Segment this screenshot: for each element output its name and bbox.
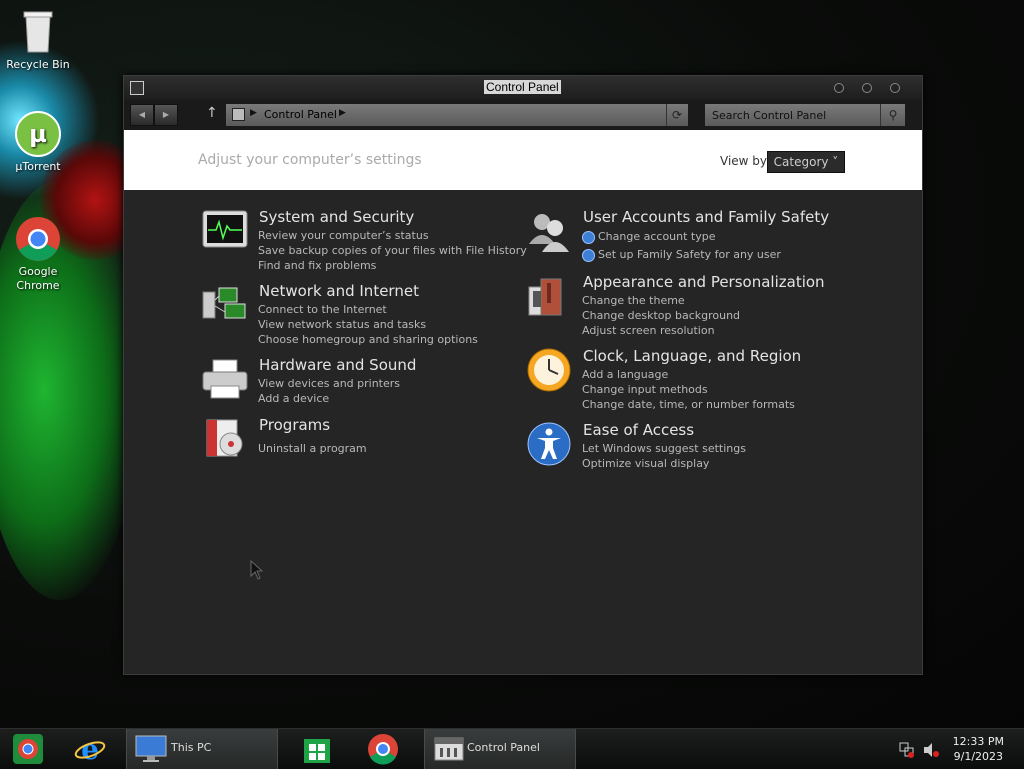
- search-box[interactable]: ⚲: [704, 103, 906, 127]
- desktop-icon-label: Recycle Bin: [6, 58, 70, 71]
- taskbar-item-label: Control Panel: [467, 741, 540, 754]
- navigation-toolbar: ◀ ▶ ↑ ▶ Control Panel ▶ ⟳ ⚲: [124, 100, 922, 130]
- ease-of-access-icon[interactable]: [525, 421, 573, 467]
- store-icon: [304, 739, 330, 763]
- category-title[interactable]: Ease of Access: [583, 421, 694, 439]
- taskbar-item-internet-explorer[interactable]: e: [62, 729, 118, 769]
- control-panel-icon: [434, 737, 464, 761]
- taskbar-item-this-pc[interactable]: This PC: [126, 729, 278, 769]
- category-title[interactable]: Hardware and Sound: [259, 356, 416, 374]
- category-title[interactable]: User Accounts and Family Safety: [583, 208, 829, 226]
- view-by-label: View by:: [720, 154, 771, 168]
- page-title: Adjust your computer’s settings: [198, 152, 422, 168]
- category-title[interactable]: Network and Internet: [259, 282, 419, 300]
- taskbar-item-label: This PC: [171, 741, 212, 754]
- category-link[interactable]: Add a language: [582, 367, 795, 382]
- chrome-icon: [368, 734, 398, 765]
- desktop-icon-utorrent[interactable]: µ µTorrent: [0, 110, 76, 174]
- category-title[interactable]: Clock, Language, and Region: [583, 347, 801, 365]
- search-icon[interactable]: ⚲: [880, 104, 905, 126]
- address-bar[interactable]: ▶ Control Panel ▶ ⟳: [225, 103, 689, 127]
- clock-date: 9/1/2023: [953, 750, 1004, 763]
- title-bar[interactable]: Control Panel: [124, 76, 922, 100]
- this-pc-icon: [135, 735, 167, 762]
- category-link[interactable]: Change the theme: [582, 293, 740, 308]
- users-icon[interactable]: [525, 208, 573, 254]
- desktop-icon-label: Google Chrome: [16, 265, 60, 292]
- header-band: Adjust your computer’s settings View by:…: [124, 130, 922, 190]
- printer-icon[interactable]: [201, 356, 249, 402]
- system-security-icon[interactable]: [201, 208, 249, 254]
- start-button[interactable]: [4, 729, 54, 769]
- forward-button[interactable]: ▶: [154, 104, 178, 126]
- category-title[interactable]: System and Security: [259, 208, 414, 226]
- category-link[interactable]: Save backup copies of your files with Fi…: [258, 243, 527, 258]
- network-icon[interactable]: [201, 282, 249, 328]
- control-panel-app-icon[interactable]: [130, 81, 144, 95]
- control-panel-small-icon: [232, 108, 245, 121]
- svg-text:e: e: [81, 733, 99, 765]
- clock-time: 12:33 PM: [952, 735, 1004, 748]
- desktop-icon-chrome[interactable]: Google Chrome: [0, 215, 76, 293]
- utorrent-icon: µ: [14, 110, 62, 158]
- clock-icon[interactable]: [525, 347, 573, 393]
- category-link[interactable]: Let Windows suggest settings: [582, 441, 746, 456]
- category-link[interactable]: Change account type: [582, 228, 781, 246]
- chrome-icon: [14, 215, 62, 263]
- desktop-icon-label: µTorrent: [15, 160, 61, 173]
- close-button[interactable]: [890, 83, 900, 93]
- recycle-bin-icon: [14, 8, 62, 56]
- taskbar-item-store[interactable]: [290, 729, 344, 769]
- maximize-button[interactable]: [862, 83, 872, 93]
- back-button[interactable]: ◀: [130, 104, 154, 126]
- view-by-dropdown[interactable]: Category ˅: [767, 151, 845, 173]
- taskbar-item-chrome[interactable]: [356, 729, 410, 769]
- search-input[interactable]: [705, 104, 877, 126]
- refresh-button[interactable]: ⟳: [666, 104, 687, 126]
- category-link[interactable]: Optimize visual display: [582, 456, 746, 471]
- category-title[interactable]: Programs: [259, 416, 330, 434]
- category-link[interactable]: View devices and printers: [258, 376, 400, 391]
- category-link[interactable]: Add a device: [258, 391, 400, 406]
- category-link[interactable]: Change input methods: [582, 382, 795, 397]
- category-link[interactable]: Change desktop background: [582, 308, 740, 323]
- chevron-right-icon[interactable]: ▶: [250, 108, 257, 118]
- network-tray-icon[interactable]: [896, 729, 918, 769]
- system-clock[interactable]: 12:33 PM 9/1/2023: [953, 734, 1004, 764]
- chevron-right-icon[interactable]: ▶: [339, 108, 346, 118]
- up-arrow-icon[interactable]: ↑: [206, 105, 218, 121]
- breadcrumb[interactable]: Control Panel: [264, 108, 337, 121]
- minimize-button[interactable]: [834, 83, 844, 93]
- category-link[interactable]: Change date, time, or number formats: [582, 397, 795, 412]
- start-icon: [13, 734, 43, 764]
- mouse-cursor-icon: [250, 559, 264, 584]
- svg-text:µ: µ: [29, 120, 47, 148]
- category-link[interactable]: Review your computer’s status: [258, 228, 527, 243]
- control-panel-window: Control Panel ◀ ▶ ↑ ▶ Control Panel ▶ ⟳ …: [123, 75, 923, 675]
- category-link[interactable]: Find and fix problems: [258, 258, 527, 273]
- category-link[interactable]: Connect to the Internet: [258, 302, 478, 317]
- category-link[interactable]: View network status and tasks: [258, 317, 478, 332]
- window-title: Control Panel: [484, 80, 561, 94]
- category-link[interactable]: Choose homegroup and sharing options: [258, 332, 478, 347]
- internet-explorer-icon: e: [74, 733, 106, 765]
- category-title[interactable]: Appearance and Personalization: [583, 273, 825, 291]
- taskbar: e This PC Control Panel 12:33 PM 9/1/202…: [0, 728, 1024, 769]
- category-link[interactable]: Set up Family Safety for any user: [582, 246, 781, 264]
- desktop-icon-recycle-bin[interactable]: Recycle Bin: [0, 8, 76, 72]
- category-link[interactable]: Adjust screen resolution: [582, 323, 740, 338]
- category-link[interactable]: Uninstall a program: [258, 441, 367, 456]
- volume-tray-icon[interactable]: [920, 729, 942, 769]
- taskbar-item-control-panel[interactable]: Control Panel: [424, 729, 576, 769]
- appearance-icon[interactable]: [525, 273, 573, 319]
- programs-icon[interactable]: [201, 416, 249, 462]
